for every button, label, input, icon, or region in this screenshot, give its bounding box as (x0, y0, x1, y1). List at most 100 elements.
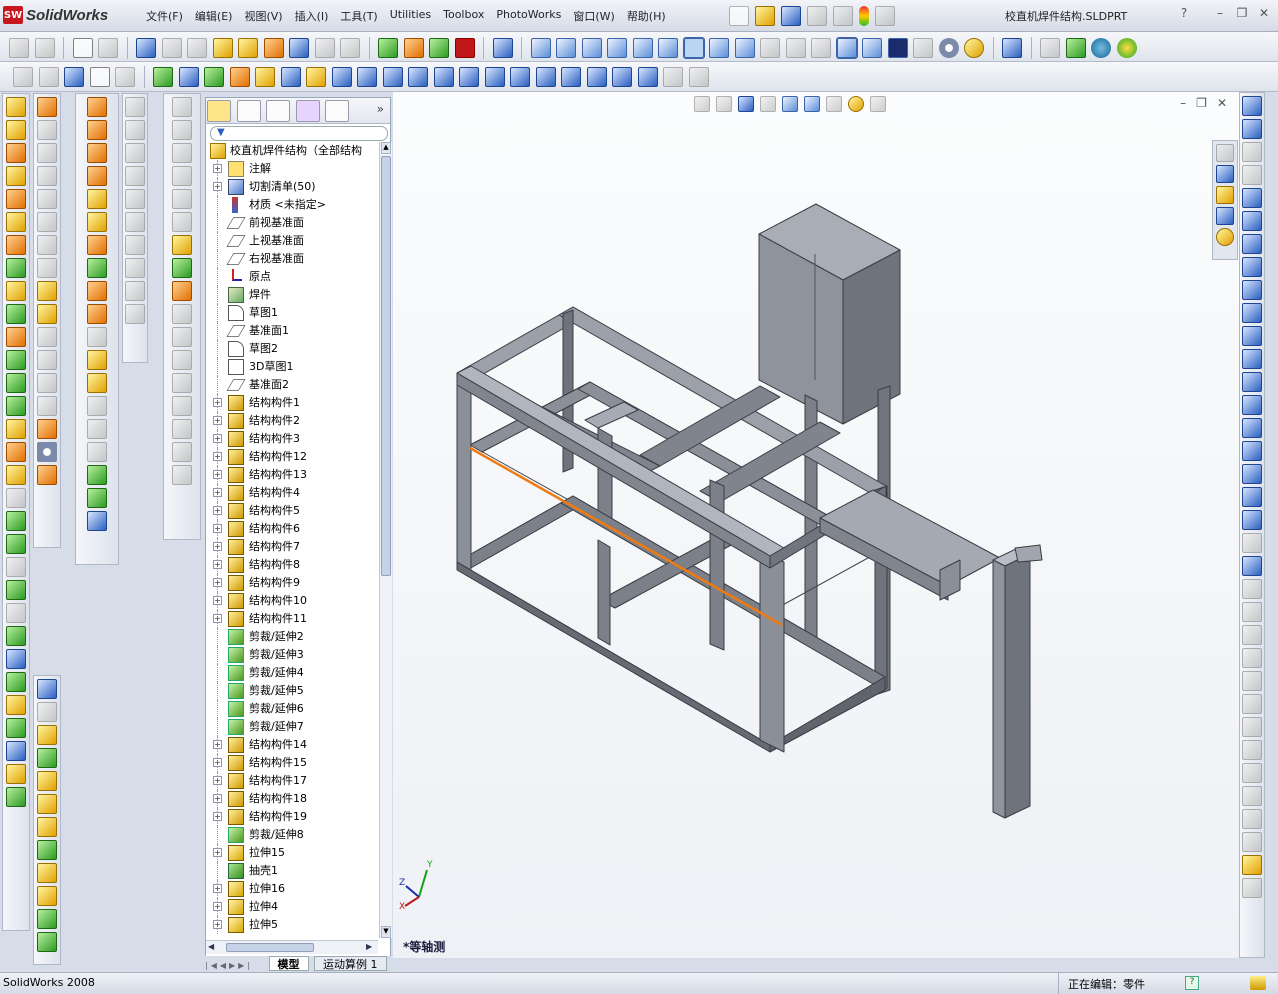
scroll-up-icon[interactable]: ▲ (381, 142, 391, 154)
expand-toggle-icon[interactable]: + (213, 848, 222, 857)
circle-icon[interactable] (1242, 280, 1262, 300)
tree-node[interactable]: + 拉伸16 (206, 880, 378, 898)
tree-node[interactable]: + 结构构件7 (206, 538, 378, 556)
tree-node[interactable]: 前视基准面 (206, 214, 378, 232)
menu-photoworks[interactable]: PhotoWorks (490, 6, 567, 26)
chamfer-icon[interactable] (408, 67, 428, 87)
smart-dim-icon[interactable] (1242, 119, 1262, 139)
perimeter-circle-icon[interactable] (1242, 303, 1262, 323)
save-icon[interactable] (781, 6, 801, 26)
menu-file[interactable]: 文件(F) (140, 6, 189, 26)
tree-node[interactable]: 右视基准面 (206, 250, 378, 268)
intersect-icon[interactable] (6, 442, 26, 462)
properties-icon[interactable] (9, 38, 29, 58)
dome-icon[interactable] (6, 373, 26, 393)
expand-toggle-icon[interactable]: + (213, 794, 222, 803)
tree-root[interactable]: 校直机焊件结构（全部结构 (206, 142, 378, 160)
expand-toggle-icon[interactable]: + (213, 488, 222, 497)
measure-icon[interactable] (161, 38, 182, 58)
weldment-tool-icon[interactable] (172, 258, 192, 278)
menu-utilities[interactable]: Utilities (384, 6, 437, 26)
trim-surface-icon[interactable] (172, 304, 192, 324)
expand-toggle-icon[interactable]: + (213, 812, 222, 821)
weld-icon[interactable] (37, 840, 57, 860)
revolve-cut-icon[interactable] (6, 212, 26, 232)
relations-icon[interactable] (663, 67, 683, 87)
front-view-icon[interactable] (530, 38, 551, 58)
left-view-icon[interactable] (581, 38, 602, 58)
settings-icon[interactable] (37, 442, 57, 462)
ellipse-icon[interactable] (1242, 395, 1262, 415)
display-relations-icon[interactable] (688, 67, 709, 87)
center-line-icon[interactable] (1242, 487, 1262, 507)
extend-entities-icon[interactable] (1242, 694, 1262, 714)
mold-tool-3-icon[interactable] (125, 143, 145, 163)
rotate-icon[interactable] (561, 67, 581, 87)
new-document-icon[interactable] (729, 6, 749, 26)
filter-faces-icon[interactable] (64, 67, 84, 87)
view-tool-icon[interactable] (37, 373, 57, 393)
expand-toggle-icon[interactable]: + (213, 884, 222, 893)
tree-node[interactable]: + 结构构件4 (206, 484, 378, 502)
close-doc-icon[interactable] (1040, 38, 1060, 58)
move-entities-icon[interactable] (1242, 809, 1262, 829)
trim-body-icon[interactable] (37, 189, 57, 209)
design-library-icon[interactable] (1216, 165, 1234, 183)
mold-tool-10-icon[interactable] (125, 304, 145, 324)
tree-node[interactable]: 上视基准面 (206, 232, 378, 250)
split-icon[interactable] (6, 465, 26, 485)
mold-tool-5-icon[interactable] (125, 189, 145, 209)
weld-bead-icon[interactable] (37, 97, 57, 117)
sheetmetal-base-icon[interactable] (87, 97, 107, 117)
arc-icon[interactable] (1242, 326, 1262, 346)
tab-config-manager-icon[interactable] (266, 100, 290, 122)
surface-sweep-icon[interactable] (172, 143, 192, 163)
offset-sketch-icon[interactable] (1242, 625, 1262, 645)
check-icon[interactable] (314, 38, 335, 58)
checkbox-icon[interactable] (238, 38, 258, 58)
sum-icon[interactable] (289, 38, 309, 58)
dimetric-view-icon[interactable] (734, 38, 755, 58)
convert-sheetmetal-icon[interactable] (87, 511, 107, 531)
structural-icon[interactable] (37, 120, 57, 140)
extrude-tool-icon[interactable] (37, 771, 57, 791)
import-icon[interactable] (340, 38, 360, 58)
mold-tool-6-icon[interactable] (125, 212, 145, 232)
rectangle-icon[interactable] (1242, 234, 1262, 254)
three-point-arc-icon[interactable] (1242, 372, 1262, 392)
simulation-icon[interactable] (378, 38, 398, 58)
jog-icon[interactable] (87, 189, 107, 209)
trim-icon[interactable] (484, 67, 505, 87)
gusset-icon[interactable] (37, 143, 57, 163)
measure-tool-icon[interactable] (37, 396, 57, 416)
trim-extend-tool-icon[interactable] (37, 748, 57, 768)
tree-node[interactable]: 焊件 (206, 286, 378, 304)
cut-icon[interactable] (37, 863, 57, 883)
distribute-icon[interactable] (37, 350, 57, 370)
status-rebuild-icon[interactable] (1250, 976, 1266, 990)
tree-node[interactable]: + 结构构件1 (206, 394, 378, 412)
scroll-left-icon[interactable]: ◀ (208, 942, 218, 953)
reference-icon[interactable] (37, 932, 57, 952)
note-icon[interactable] (212, 38, 233, 58)
trimetric-view-icon[interactable] (709, 38, 729, 58)
render-icon[interactable] (403, 38, 424, 58)
knit-surface-icon[interactable] (172, 350, 192, 370)
forming-tool-icon[interactable] (87, 327, 107, 347)
undo-icon[interactable] (833, 6, 853, 26)
convert-icon[interactable] (459, 67, 479, 87)
trim-entities-icon[interactable] (1242, 671, 1262, 691)
wireframe-icon[interactable] (760, 38, 780, 58)
web-icon[interactable] (1116, 38, 1137, 58)
hidden-lines-removed-icon[interactable] (811, 38, 831, 58)
structural-member-tool-icon[interactable] (172, 235, 192, 255)
hole-wizard-icon[interactable] (6, 350, 26, 370)
shaded-edges-icon[interactable] (835, 37, 858, 59)
mass-properties-icon[interactable] (34, 38, 55, 58)
miter-flange-icon[interactable] (87, 143, 107, 163)
fillet-sketch-icon[interactable] (1242, 579, 1262, 599)
spell-check-icon[interactable] (136, 38, 156, 58)
expand-toggle-icon[interactable]: + (213, 506, 222, 515)
sketch3d-tool-icon[interactable] (1242, 188, 1262, 208)
mold-tool-1-icon[interactable] (125, 97, 145, 117)
